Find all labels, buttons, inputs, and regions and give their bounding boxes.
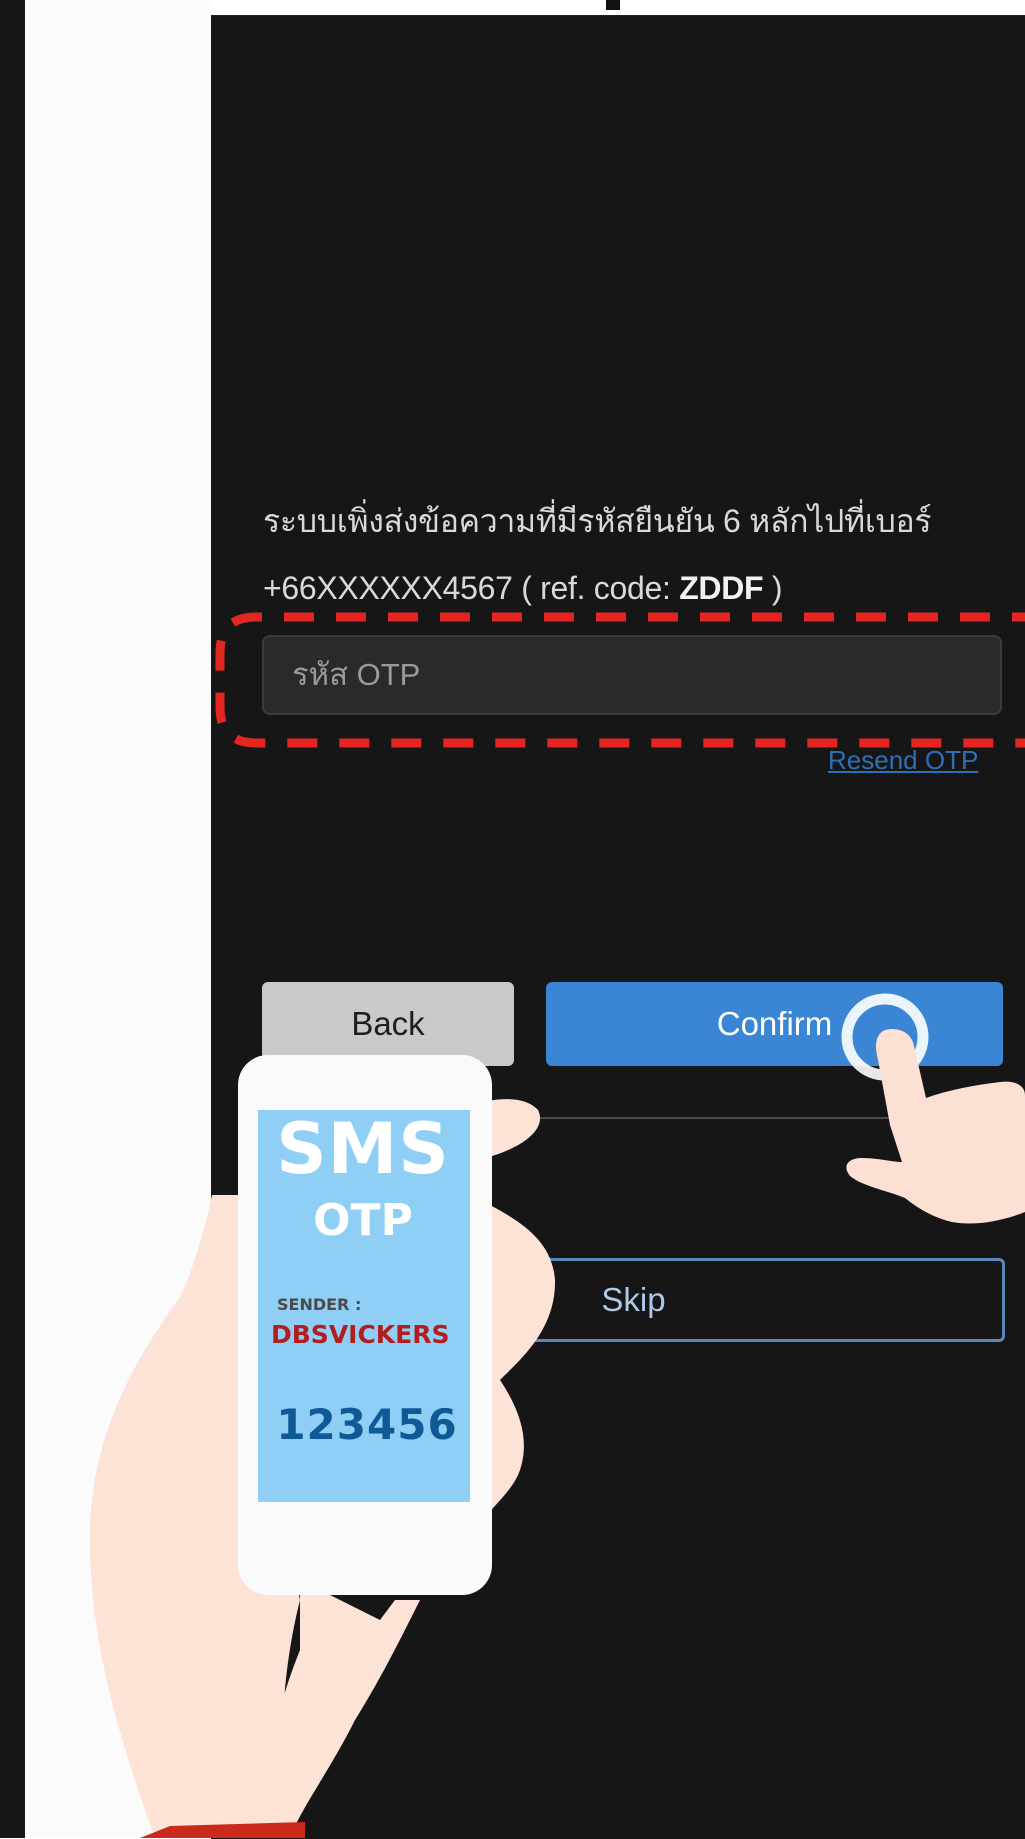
sms-title: SMS — [276, 1108, 450, 1190]
otp-title: OTP — [313, 1195, 413, 1246]
pointing-hand-icon — [846, 1028, 1025, 1224]
sender-name: DBSVICKERS — [271, 1320, 450, 1349]
sms-otp-code: 123456 — [276, 1400, 458, 1449]
illustration-overlay — [89, 993, 1025, 1838]
sender-label: SENDER : — [277, 1295, 362, 1314]
